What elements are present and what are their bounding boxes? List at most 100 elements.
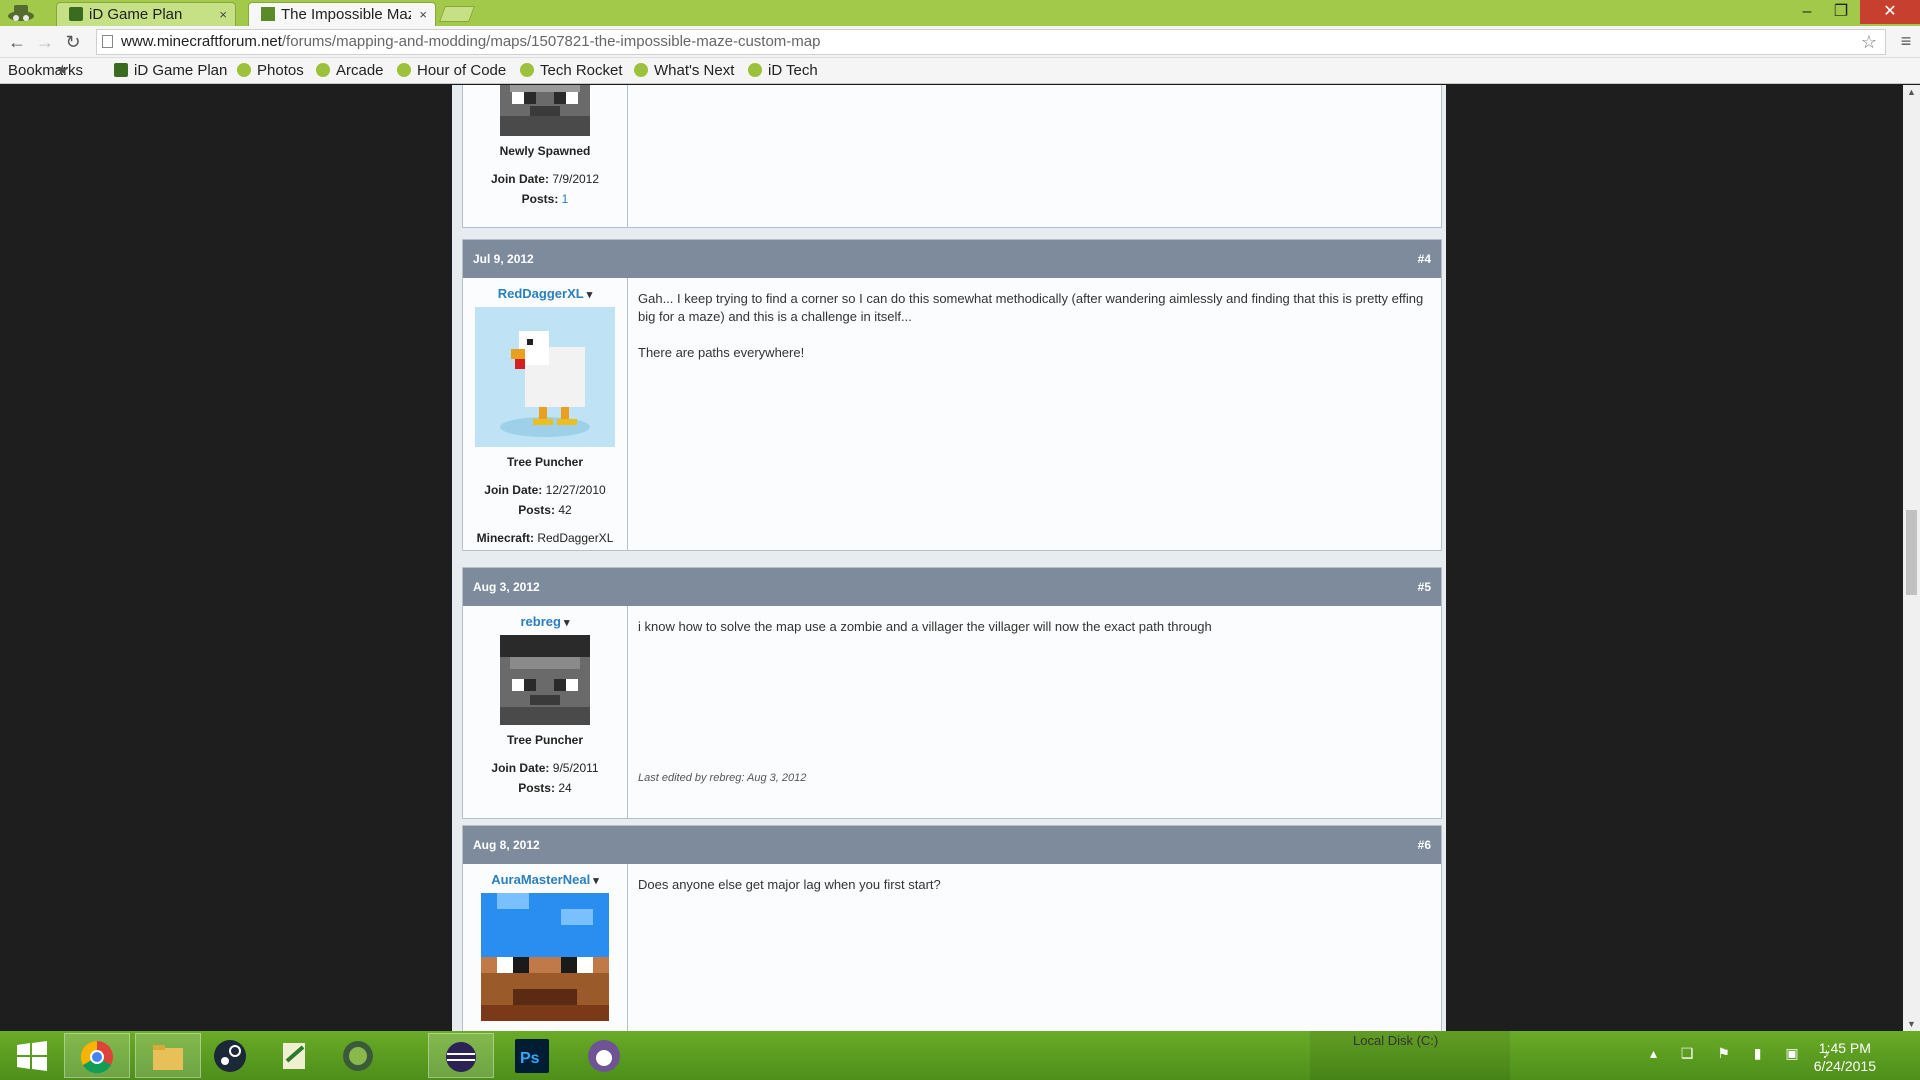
post-number[interactable]: #5 [1418, 568, 1431, 606]
join-date: Join Date: 12/27/2010 [463, 483, 627, 497]
minecraft-label: Minecraft: [476, 531, 534, 545]
chicken-avatar [475, 307, 615, 447]
user-avatar-skin [481, 893, 609, 1021]
minecraft-favicon-icon [261, 7, 275, 21]
bookmark-id-game-plan[interactable]: iD Game Plan [114, 58, 227, 84]
taskbar-steam[interactable] [198, 1033, 264, 1078]
taskbar-photoshop[interactable]: Ps [500, 1033, 566, 1078]
taskbar-notepad-app[interactable] [262, 1033, 328, 1078]
bookmark-label: Arcade [336, 62, 384, 79]
post-count-value[interactable]: 1 [562, 192, 569, 206]
username-link[interactable]: RedDaggerXL [463, 286, 627, 301]
whats-next-icon [634, 63, 648, 77]
join-date-value: 7/9/2012 [552, 172, 600, 186]
user-avatar-skin [500, 85, 590, 136]
taskbar-id-tech[interactable] [326, 1033, 392, 1078]
taskbar-chrome[interactable] [64, 1033, 130, 1078]
windows-logo-icon [17, 1041, 47, 1071]
user-rank: Tree Puncher [506, 733, 584, 747]
join-date-label: Join Date: [491, 761, 550, 775]
browser-toolbar: ← → ↻ www.minecraftforum.net/forums/mapp… [0, 26, 1920, 58]
star-icon: ★ [55, 62, 70, 79]
forward-button[interactable]: → [34, 31, 56, 53]
bookmark-label: Photos [257, 62, 304, 79]
post-user-info: AuraMasterNeal [463, 864, 628, 1031]
arcade-icon [316, 63, 330, 77]
post-count: Posts: 42 [463, 503, 627, 517]
post-count-value[interactable]: 24 [558, 781, 571, 795]
bookmark-hour-of-code[interactable]: Hour of Code [397, 58, 506, 84]
username-link[interactable]: rebreg [463, 614, 627, 629]
bookmark-arcade[interactable]: Arcade [316, 58, 384, 84]
join-date: Join Date: 7/9/2012 [463, 172, 627, 186]
forum-post: Jul 9, 2012 #4 RedDaggerXL ▾ Tree Punche… [462, 239, 1442, 551]
post-header: Jul 9, 2012 #4 [463, 240, 1441, 278]
post-number[interactable]: #6 [1418, 826, 1431, 864]
steam-icon [214, 1040, 246, 1072]
back-button[interactable]: ← [6, 31, 28, 53]
post-count: Posts: 24 [463, 781, 627, 795]
message-paragraph: i know how to solve the map use a zombie… [638, 619, 1212, 634]
bookmark-whats-next[interactable]: What's Next [634, 58, 734, 84]
address-bar[interactable]: www.minecraftforum.net/forums/mapping-an… [96, 29, 1886, 55]
username-link[interactable]: AuraMasterNeal [463, 872, 627, 887]
close-window-button[interactable]: ✕ [1860, 0, 1920, 24]
forum-post: Aug 3, 2012 #5 rebreg Tree Puncher [462, 567, 1442, 819]
bookmark-tech-rocket[interactable]: Tech Rocket [520, 58, 623, 84]
taskbar-file-explorer[interactable] [135, 1033, 201, 1078]
incognito-icon [8, 5, 34, 21]
forum-post: Newly Spawned Join Date: 7/9/2012 Posts:… [462, 85, 1442, 228]
github-icon [588, 1040, 620, 1072]
tab-id-game-plan[interactable]: iD Game Plan × [56, 2, 236, 26]
bookmark-label: Bookmarks [8, 62, 84, 79]
taskbar-github[interactable] [572, 1033, 638, 1078]
system-tray-icons[interactable]: ▴ ❑ ⚑ ▮ ▣ ♪ [1650, 1045, 1840, 1062]
folder-icon [153, 1045, 183, 1070]
join-date-value: 12/27/2010 [545, 483, 606, 497]
bookmark-label: iD Tech [768, 62, 818, 79]
windows-taskbar: Ps Local Disk (C:) ▴ ❑ ⚑ ▮ ▣ ♪ 1:45 PM 6… [0, 1031, 1920, 1080]
taskbar-clock[interactable]: 1:45 PM 6/24/2015 [1814, 1039, 1876, 1075]
chrome-icon [80, 1040, 113, 1074]
clock-time: 1:45 PM [1818, 1040, 1871, 1056]
close-tab-icon[interactable]: × [419, 3, 427, 27]
page-icon [102, 35, 113, 48]
start-button[interactable] [0, 1033, 66, 1078]
minimize-button[interactable]: – [1790, 0, 1824, 24]
forum-post: Aug 8, 2012 #6 AuraMasterNeal ▾ Does any… [462, 825, 1442, 1031]
maximize-button[interactable]: ❐ [1824, 0, 1858, 24]
post-body: rebreg Tree Puncher Join Date: 9/5/2011 … [463, 606, 1441, 818]
reload-button[interactable]: ↻ [62, 31, 84, 53]
page-scrollbar[interactable]: ▲ ▼ [1903, 85, 1920, 1031]
close-tab-icon[interactable]: × [219, 3, 227, 27]
post-header: Aug 3, 2012 #5 [463, 568, 1441, 606]
post-count-value[interactable]: 42 [558, 503, 571, 517]
minecraft-value: RedDaggerXL [537, 531, 614, 545]
bookmark-photos[interactable]: Photos [237, 58, 304, 84]
join-date-label: Join Date: [490, 172, 549, 186]
post-user-info: RedDaggerXL Tree Puncher Join Date: 12/2… [463, 278, 628, 550]
bookmark-label: What's Next [654, 62, 735, 79]
bookmark-bookmarks[interactable]: ★ Bookmarks [8, 58, 83, 84]
post-number[interactable]: #4 [1418, 240, 1431, 278]
url-domain: www.minecraftforum.net [121, 33, 282, 50]
tab-impossible-maze[interactable]: The Impossible Maze × [248, 2, 436, 26]
scrollbar-thumb[interactable] [1906, 510, 1917, 595]
photos-icon [237, 63, 251, 77]
post-body: AuraMasterNeal Does anyone else get majo… [463, 864, 1441, 1031]
user-rank: Tree Puncher [506, 455, 584, 469]
scroll-down-arrow-icon[interactable]: ▼ [1907, 1019, 1916, 1029]
bookmark-id-tech[interactable]: iD Tech [748, 58, 818, 84]
eclipse-icon [446, 1042, 476, 1072]
taskbar-eclipse[interactable] [428, 1033, 494, 1078]
message-paragraph: Gah... I keep trying to find a corner so… [638, 291, 1424, 324]
local-disk-label[interactable]: Local Disk (C:) [1353, 1033, 1438, 1048]
post-message: i know how to solve the map use a zombie… [638, 618, 1431, 636]
chrome-menu-icon[interactable]: ≡ [1896, 31, 1916, 53]
bookmark-star-icon[interactable]: ☆ [1861, 30, 1877, 54]
new-tab-button[interactable] [439, 6, 475, 22]
scroll-up-arrow-icon[interactable]: ▲ [1907, 87, 1916, 97]
message-paragraph: There are paths everywhere! [638, 345, 805, 360]
bookmarks-bar: ★ Bookmarks iD Game Plan Photos Arcade Ho… [0, 58, 1920, 84]
last-edited-note: Last edited by rebreg: Aug 3, 2012 [638, 772, 807, 784]
